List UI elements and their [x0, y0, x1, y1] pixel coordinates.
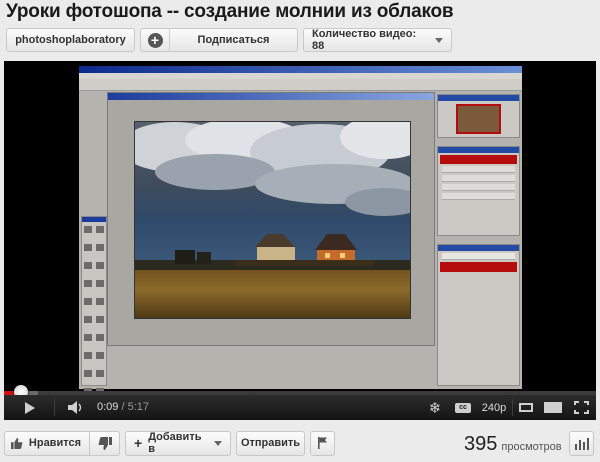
subscribe-icon-wrap: + [141, 29, 170, 51]
cc-icon: cc [455, 402, 471, 413]
settings-button[interactable]: ❄ [424, 395, 446, 420]
video-title: Уроки фотошопа -- создание молнии из обл… [6, 1, 454, 22]
time-display: 0:09 / 5:17 [97, 401, 150, 413]
ps-toolbox [81, 216, 107, 391]
duration: 5:17 [127, 401, 150, 413]
share-button[interactable]: Отправить [236, 430, 305, 456]
ps-document-window [107, 92, 435, 346]
ps-title-bar [79, 66, 522, 73]
view-count: 395 просмотров [464, 433, 562, 457]
play-button[interactable] [10, 395, 50, 420]
chevron-down-icon [435, 37, 443, 43]
captions-button[interactable]: cc [452, 395, 474, 420]
player-controls: 0:09 / 5:17 ❄ cc 240p [4, 395, 596, 420]
video-frame[interactable] [4, 61, 596, 391]
ps-history-panel [437, 146, 520, 236]
large-player-icon [544, 402, 562, 413]
snowflake-icon: ❄ [428, 398, 442, 417]
channel-bar: photoshoplaboratory + Подписаться Количе… [6, 28, 452, 54]
thumbs-down-icon [98, 436, 112, 450]
flag-icon [317, 437, 327, 449]
view-count-number: 395 [464, 433, 498, 455]
stats-button[interactable] [569, 431, 594, 456]
fullscreen-button[interactable] [568, 395, 594, 420]
fullscreen-icon [573, 401, 589, 414]
like-label: Нравится [28, 437, 81, 449]
subscribe-button[interactable]: + Подписаться [140, 28, 298, 52]
channel-name-button[interactable]: photoshoplaboratory [6, 28, 135, 52]
current-time: 0:09 [97, 401, 119, 413]
video-count-label: Количество видео: 88 [312, 28, 417, 52]
chevron-down-icon [214, 440, 222, 446]
ps-layers-panel [437, 244, 520, 386]
add-label: Добавить в [148, 431, 202, 455]
small-player-icon [519, 403, 533, 412]
large-player-button[interactable] [540, 395, 566, 420]
add-to-button[interactable]: + Добавить в [125, 430, 231, 456]
like-button[interactable]: Нравится [4, 430, 90, 456]
plus-icon: + [147, 32, 163, 48]
action-bar: Нравится + Добавить в Отправить [4, 429, 335, 457]
volume-button[interactable] [58, 395, 92, 420]
play-icon [25, 401, 35, 414]
view-count-label: просмотров [501, 441, 562, 453]
photoshop-screenshot [79, 66, 522, 391]
ps-navigator-panel [437, 94, 520, 138]
quality-label: 240p [481, 401, 507, 414]
dislike-button[interactable] [90, 430, 120, 456]
video-count-dropdown[interactable]: Количество видео: 88 [303, 28, 452, 52]
plus-icon: + [134, 435, 143, 451]
subscribe-label: Подписаться [197, 34, 270, 46]
landscape-photo [134, 121, 411, 319]
flag-button[interactable] [310, 430, 335, 456]
video-player[interactable]: 0:09 / 5:17 ❄ cc 240p [4, 61, 596, 420]
thumbs-up-icon [11, 437, 23, 449]
quality-button[interactable]: 240p [478, 395, 510, 420]
small-player-button[interactable] [514, 395, 538, 420]
speaker-icon [68, 401, 82, 414]
ps-options-bar [79, 79, 522, 91]
